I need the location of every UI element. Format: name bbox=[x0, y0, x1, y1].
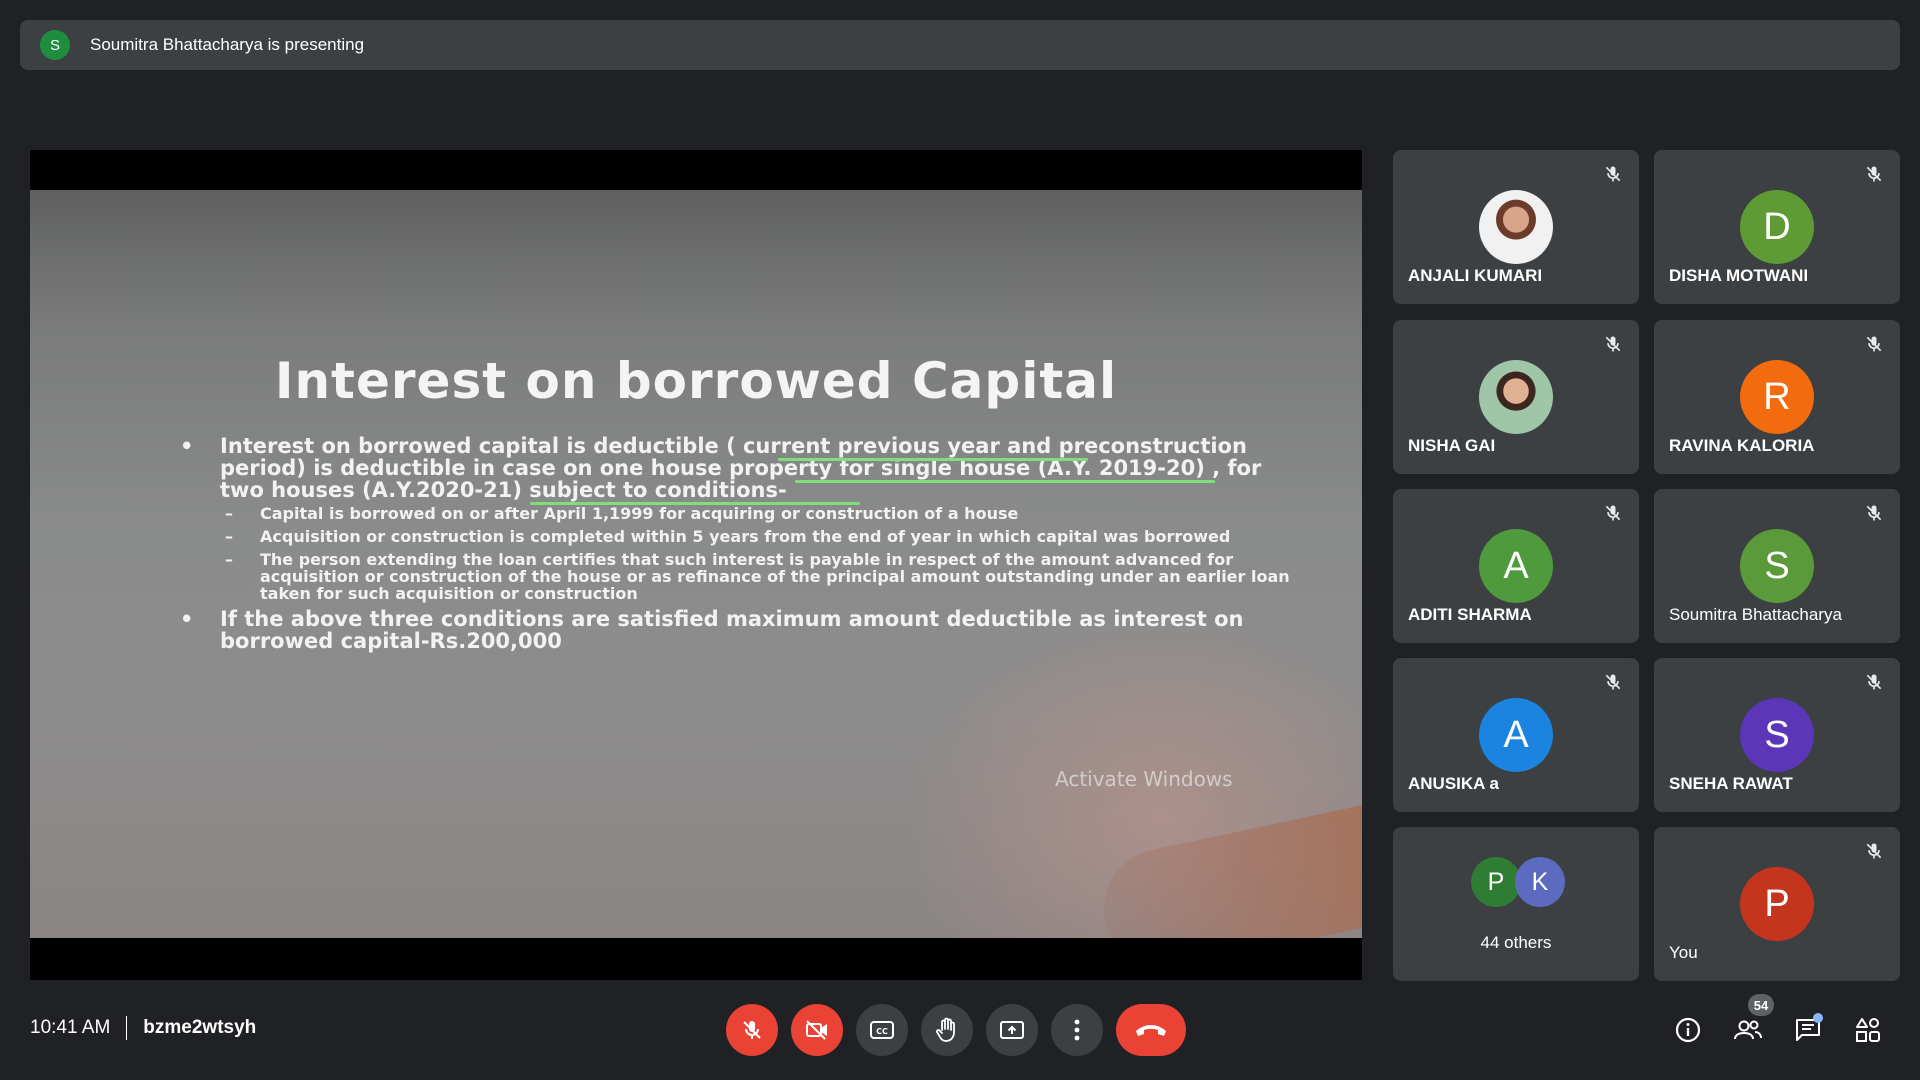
others-avatar: P bbox=[1471, 857, 1521, 907]
self-label: You bbox=[1669, 943, 1698, 962]
mic-off-icon bbox=[1866, 336, 1882, 352]
participant-name: RAVINA KALORIA bbox=[1669, 436, 1815, 455]
end-call-button[interactable] bbox=[1116, 1004, 1186, 1056]
camera-off-icon bbox=[806, 1020, 827, 1040]
captions-button[interactable]: CC bbox=[856, 1004, 908, 1056]
self-avatar: P bbox=[1740, 867, 1814, 941]
activities-icon bbox=[1856, 1018, 1880, 1042]
raise-hand-button[interactable] bbox=[921, 1004, 973, 1056]
mic-off-icon bbox=[1866, 674, 1882, 690]
mic-off-icon bbox=[1866, 505, 1882, 521]
slide-title: Interest on borrowed Capital bbox=[274, 352, 1118, 410]
people-count-badge: 54 bbox=[1748, 994, 1774, 1016]
participant-avatar bbox=[1479, 360, 1553, 434]
mic-off-icon bbox=[743, 1021, 761, 1039]
participant-avatar: A bbox=[1479, 529, 1553, 603]
toggle-camera-button[interactable] bbox=[791, 1004, 843, 1056]
others-avatars: P K bbox=[1393, 857, 1639, 907]
annotation-underline bbox=[778, 458, 1088, 461]
annotation-underline bbox=[795, 480, 1215, 483]
participant-name: ANJALI KUMARI bbox=[1408, 266, 1543, 285]
participant-avatar: D bbox=[1740, 190, 1814, 264]
self-tile[interactable]: P You bbox=[1654, 827, 1900, 981]
chat-notification-dot bbox=[1813, 1013, 1823, 1023]
others-avatar: K bbox=[1515, 857, 1565, 907]
mic-off-icon bbox=[1605, 505, 1621, 521]
participant-tile[interactable]: D DISHA MOTWANI bbox=[1654, 150, 1900, 304]
more-icon bbox=[1074, 1019, 1080, 1041]
mic-off-icon bbox=[1605, 336, 1621, 352]
slide-bullet: If the above three conditions are satisf… bbox=[180, 608, 1290, 652]
raise-hand-icon bbox=[936, 1017, 955, 1042]
participant-name: Soumitra Bhattacharya bbox=[1669, 605, 1842, 624]
participant-tile[interactable]: ANJALI KUMARI bbox=[1393, 150, 1639, 304]
annotation-underline bbox=[530, 502, 860, 505]
mic-off-icon bbox=[1605, 674, 1621, 690]
participant-avatar: S bbox=[1740, 698, 1814, 772]
info-icon bbox=[1675, 1017, 1701, 1043]
participant-name: DISHA MOTWANI bbox=[1669, 266, 1809, 285]
mic-off-icon bbox=[1605, 166, 1621, 182]
participant-tile[interactable]: A ANUSIKA a bbox=[1393, 658, 1639, 812]
clock: 10:41 AM bbox=[30, 1017, 111, 1038]
participant-avatar: R bbox=[1740, 360, 1814, 434]
slide-bullet: Interest on borrowed capital is deductib… bbox=[180, 435, 1290, 501]
participant-name: ADITI SHARMA bbox=[1408, 605, 1532, 624]
participant-tile[interactable]: S Soumitra Bhattacharya bbox=[1654, 489, 1900, 643]
participant-name: NISHA GAI bbox=[1408, 436, 1496, 455]
meeting-info: 10:41 AM bzme2wtsyh bbox=[30, 1016, 256, 1040]
presenting-text: Soumitra Bhattacharya is presenting bbox=[90, 35, 365, 54]
divider bbox=[126, 1016, 128, 1040]
people-button[interactable] bbox=[1730, 1012, 1766, 1048]
present-button[interactable] bbox=[986, 1004, 1038, 1056]
present-icon bbox=[1000, 1021, 1024, 1039]
participant-tile[interactable]: A ADITI SHARMA bbox=[1393, 489, 1639, 643]
slide-body: Interest on borrowed capital is deductib… bbox=[180, 435, 1290, 656]
activities-button[interactable] bbox=[1850, 1012, 1886, 1048]
presenter-avatar: S bbox=[40, 30, 70, 60]
meeting-details-button[interactable] bbox=[1670, 1012, 1706, 1048]
meeting-code: bzme2wtsyh bbox=[143, 1017, 257, 1038]
participant-avatar: A bbox=[1479, 698, 1553, 772]
participant-avatar bbox=[1479, 190, 1553, 264]
others-count: 44 others bbox=[1480, 933, 1552, 952]
participant-avatar: S bbox=[1740, 529, 1814, 603]
people-icon bbox=[1734, 1020, 1762, 1040]
slide-sub-bullet: The person extending the loan certifies … bbox=[180, 551, 1290, 602]
participant-tile[interactable]: S SNEHA RAWAT bbox=[1654, 658, 1900, 812]
activate-windows-watermark: Activate Windows bbox=[1055, 767, 1233, 791]
svg-text:CC: CC bbox=[876, 1027, 888, 1036]
toggle-mic-button[interactable] bbox=[726, 1004, 778, 1056]
mic-off-icon bbox=[1866, 166, 1882, 182]
slide-sub-bullet: Capital is borrowed on or after April 1,… bbox=[180, 505, 1290, 522]
others-tile[interactable]: P K 44 others bbox=[1393, 827, 1639, 981]
shared-slide: Interest on borrowed Capital Interest on… bbox=[30, 190, 1362, 938]
participant-tile[interactable]: NISHA GAI bbox=[1393, 320, 1639, 474]
slide-sub-bullet: Acquisition or construction is completed… bbox=[180, 528, 1290, 545]
participant-name: ANUSIKA a bbox=[1408, 774, 1499, 793]
presentation-stage[interactable]: Interest on borrowed Capital Interest on… bbox=[30, 150, 1362, 980]
captions-icon: CC bbox=[870, 1021, 894, 1039]
end-call-icon bbox=[1136, 1025, 1166, 1036]
participant-tile[interactable]: R RAVINA KALORIA bbox=[1654, 320, 1900, 474]
mic-off-icon bbox=[1866, 843, 1882, 859]
participant-name: SNEHA RAWAT bbox=[1669, 774, 1793, 793]
more-options-button[interactable] bbox=[1051, 1004, 1103, 1056]
presenting-banner: S Soumitra Bhattacharya is presenting bbox=[20, 20, 1900, 70]
